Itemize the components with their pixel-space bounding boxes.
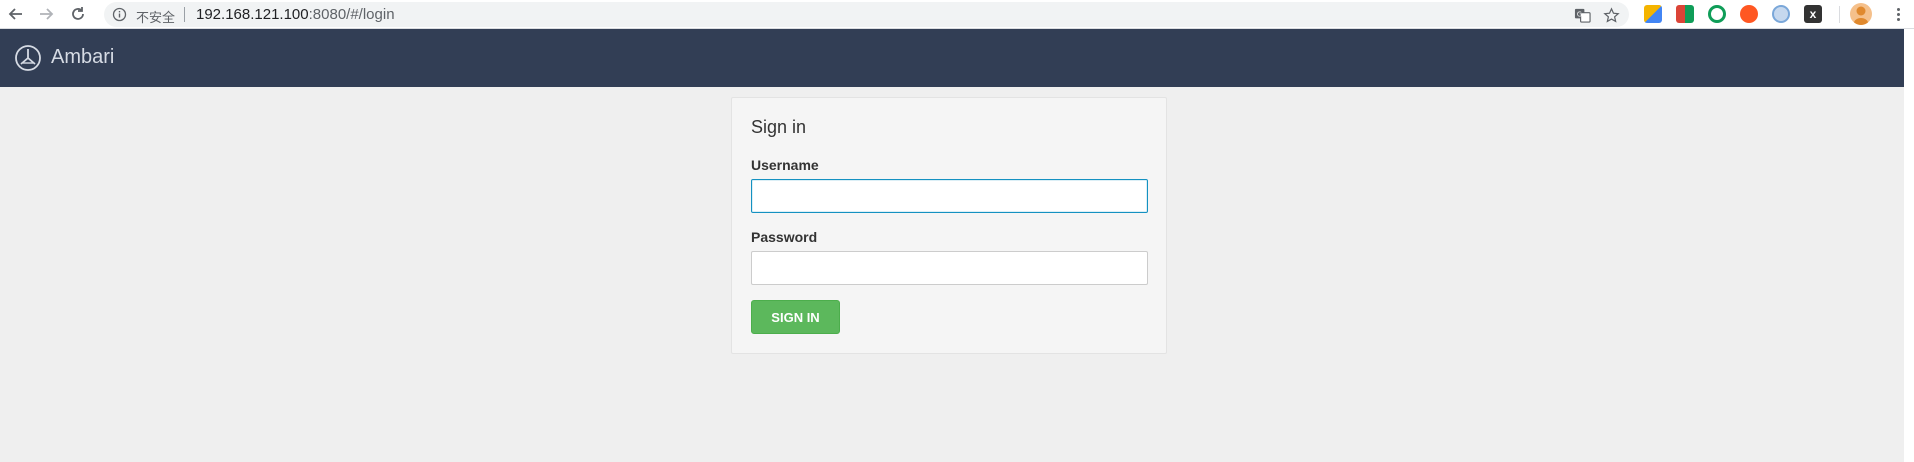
password-input[interactable] (751, 251, 1148, 285)
brand-name[interactable]: Ambari (51, 46, 114, 69)
login-card: Sign in Username Password SIGN IN (731, 97, 1167, 354)
password-label: Password (751, 229, 818, 245)
back-arrow-icon[interactable] (4, 2, 28, 26)
login-title: Sign in (751, 117, 807, 137)
profile-avatar[interactable] (1850, 3, 1872, 25)
extension-5-icon[interactable] (1772, 5, 1790, 23)
svg-text:G: G (1576, 10, 1581, 18)
extension-2-icon[interactable] (1676, 5, 1694, 23)
address-divider (184, 7, 185, 22)
username-input[interactable] (751, 179, 1148, 213)
url-host: 192.168.121.100 (196, 6, 309, 23)
info-icon[interactable] (112, 7, 127, 22)
ambari-logo-icon[interactable] (14, 44, 42, 72)
sign-in-button[interactable]: SIGN IN (751, 300, 840, 334)
username-label: Username (751, 157, 819, 173)
url-text[interactable]: 192.168.121.100:8080/#/login (196, 6, 395, 23)
extension-6-icon[interactable]: x (1804, 5, 1822, 23)
reload-icon[interactable] (66, 2, 90, 26)
translate-icon[interactable]: G (1572, 5, 1592, 25)
address-bar[interactable]: 不安全 192.168.121.100:8080/#/login G (104, 2, 1629, 27)
browser-menu-icon[interactable] (1888, 4, 1908, 24)
extension-1-icon[interactable] (1644, 5, 1662, 23)
extension-3-icon[interactable] (1708, 5, 1726, 23)
page-edge (1904, 29, 1914, 462)
app-header: Ambari (0, 29, 1904, 87)
browser-toolbar: 不安全 192.168.121.100:8080/#/login G x (0, 0, 1914, 29)
extension-4-icon[interactable] (1740, 5, 1758, 23)
insecure-label[interactable]: 不安全 (136, 7, 175, 26)
toolbar-divider (1839, 6, 1840, 23)
bookmark-star-icon[interactable] (1601, 5, 1621, 25)
forward-arrow-icon[interactable] (34, 2, 58, 26)
url-path: :8080/#/login (308, 6, 395, 23)
